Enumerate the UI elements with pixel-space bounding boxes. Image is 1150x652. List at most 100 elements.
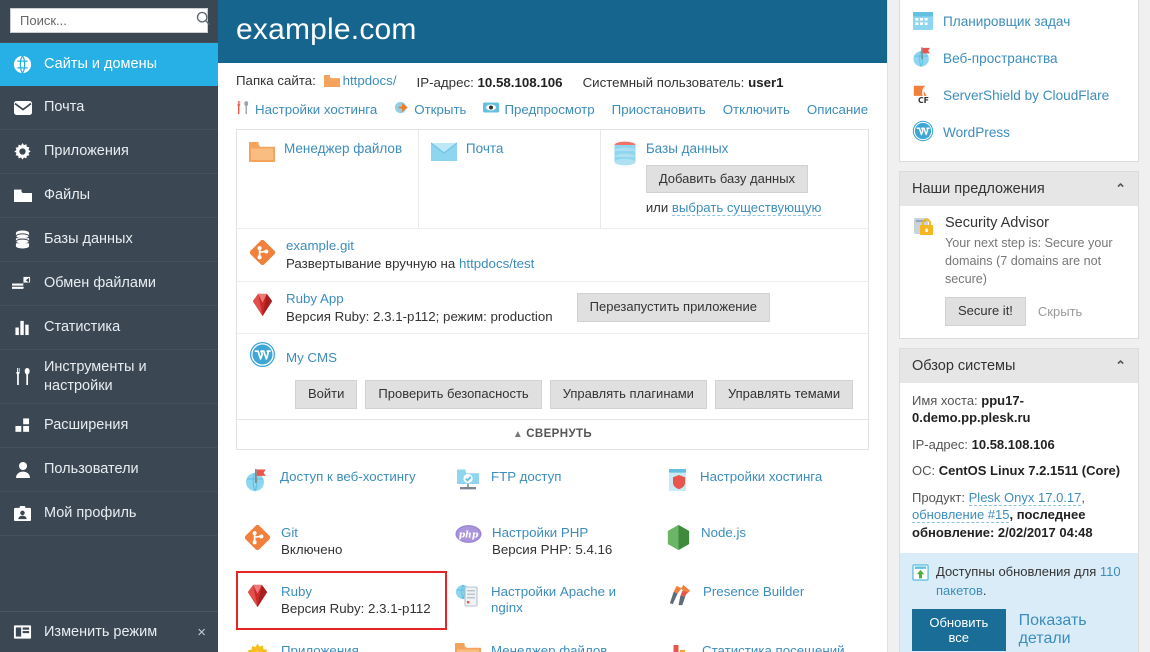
site-folder-label: Папка сайта: [236, 73, 316, 88]
git-app-name[interactable]: example.git [286, 237, 534, 254]
sidebar-item-applications[interactable]: Приложения [0, 130, 218, 174]
ruby-icon [244, 583, 271, 614]
sidebar-item-databases[interactable]: Базы данных [0, 218, 218, 262]
grid-item-presence-builder[interactable]: Presence Builder [658, 571, 869, 630]
grid-item-text: Приложения [281, 642, 359, 652]
file-manager-card[interactable]: Менеджер файлов [237, 130, 419, 229]
page-title: example.com [236, 13, 417, 46]
select-existing-database-link[interactable]: выбрать существующую [671, 200, 822, 217]
hide-link[interactable]: Скрыть [1038, 304, 1082, 319]
sidebar-item-statistics[interactable]: Статистика [0, 306, 218, 350]
suspend-link[interactable]: Приостановить [612, 102, 706, 117]
grid-item-title: Node.js [701, 524, 747, 540]
mail-title[interactable]: Почта [466, 141, 504, 158]
product-version-link[interactable]: Plesk Onyx 17.0.17 [968, 489, 1082, 506]
product-update-link[interactable]: обновление #15 [912, 507, 1010, 524]
php-icon: php [455, 524, 482, 549]
grid-item-applications[interactable]: Приложения [236, 630, 447, 652]
apache-nginx-icon [455, 583, 481, 613]
open-label: Открыть [414, 101, 467, 117]
wp-manage-plugins-button[interactable]: Управлять плагинами [549, 380, 707, 409]
grid-item-visitor-statistics[interactable]: Статистика посещений [658, 630, 869, 652]
sidebar-item-users[interactable]: Пользователи [0, 448, 218, 492]
folder-orange-icon [249, 141, 275, 215]
chevron-up-icon[interactable]: ⌃ [1115, 358, 1126, 374]
collapse-button[interactable]: ▲ СВЕРНУТЬ [237, 418, 868, 449]
grid-item-php-settings[interactable]: php Настройки PHP Версия PHP: 5.4.16 [447, 512, 658, 571]
show-details-link[interactable]: Показать детали [1019, 612, 1126, 648]
site-folder-link[interactable]: httpdocs/ [343, 73, 397, 88]
open-link[interactable]: Открыть [394, 100, 466, 118]
main-content: example.com Папка сайта: httpdocs/ IP-ад… [218, 0, 888, 652]
security-advisor-actions: Secure it! Скрыть [945, 297, 1126, 326]
rb-item-task-scheduler[interactable]: Планировщик задач [900, 4, 1138, 41]
search-input[interactable] [20, 13, 196, 28]
wp-login-button[interactable]: Войти [295, 380, 358, 409]
add-database-button[interactable]: Добавить базу данных [645, 164, 809, 194]
svg-text:php: php [459, 529, 479, 540]
grid-item-file-manager[interactable]: Менеджер файлов [447, 630, 658, 652]
rb-item-web-spaces[interactable]: Веб-пространства [900, 41, 1138, 78]
sidebar-filler [0, 536, 218, 580]
sidebar-item-sites-and-domains[interactable]: Сайты и домены [0, 42, 218, 86]
grid-item-text: Статистика посещений [702, 642, 845, 652]
databases-title[interactable]: Базы данных [646, 141, 729, 158]
sidebar-item-label: Расширения [44, 417, 129, 434]
grid-item-title: Приложения [281, 643, 359, 652]
preview-link[interactable]: Предпросмотр [483, 101, 595, 117]
close-icon[interactable]: × [197, 624, 206, 641]
os-value: CentOS Linux 7.2.1511 (Core) [938, 463, 1121, 479]
grid-item-nodejs[interactable]: Node.js [658, 512, 869, 571]
search-box[interactable] [10, 8, 211, 33]
secure-it-button[interactable]: Secure it! [945, 297, 1026, 326]
grid-item-ftp-access[interactable]: FTP доступ [447, 456, 658, 512]
tools-icon [12, 366, 33, 387]
sidebar-item-mail[interactable]: Почта [0, 86, 218, 130]
change-mode-button[interactable]: Изменить режим × [0, 611, 218, 652]
updates-prefix: Доступны обновления для [936, 564, 1100, 580]
sidebar-item-extensions[interactable]: Расширения [0, 404, 218, 448]
sidebar-nav: Сайты и домены Почта Приложения Файлы Ба [0, 42, 218, 611]
sidebar-item-my-profile[interactable]: Мой профиль [0, 492, 218, 536]
ruby-app-name[interactable]: Ruby App [286, 290, 553, 307]
sidebar-item-files[interactable]: Файлы [0, 174, 218, 218]
grid-item-hosting-settings[interactable]: Настройки хостинга [658, 456, 869, 512]
grid-item-ruby[interactable]: Ruby Версия Ruby: 2.3.1-p112 [236, 570, 447, 631]
grid-item-web-hosting-access[interactable]: Доступ к веб-хостингу [236, 456, 447, 512]
disable-link[interactable]: Отключить [723, 102, 790, 117]
tools-icon [236, 100, 250, 118]
our-offers-header[interactable]: Наши предложения ⌃ [900, 172, 1138, 206]
system-user-info: Системный пользователь: user1 [583, 75, 784, 90]
grid-item-git[interactable]: Git Включено [236, 512, 447, 571]
mail-card[interactable]: Почта [419, 130, 601, 229]
ftp-icon [455, 468, 481, 498]
git-deploy-path-link[interactable]: httpdocs/test [459, 256, 534, 271]
databases-card: Базы данных Добавить базу данных или выб… [601, 130, 868, 228]
file-manager-card-body: Менеджер файлов [284, 141, 402, 215]
system-overview-header[interactable]: Обзор системы ⌃ [900, 348, 1138, 383]
product-label: Продукт: [912, 489, 966, 505]
file-manager-title[interactable]: Менеджер файлов [284, 141, 402, 158]
update-all-button[interactable]: Обновить все [912, 608, 1006, 651]
domain-info-block: Папка сайта: httpdocs/ IP-адрес: 10.58.1… [218, 63, 887, 118]
sidebar-item-label: Файлы [44, 187, 91, 204]
sidebar-item-file-sharing[interactable]: Обмен файлами [0, 262, 218, 306]
restart-app-button[interactable]: Перезапустить приложение [576, 293, 770, 322]
wp-manage-themes-button[interactable]: Управлять темами [714, 380, 854, 409]
presence-builder-icon [666, 583, 693, 613]
sidebar-item-tools-and-settings[interactable]: Инструменты и настройки [0, 350, 218, 404]
grid-item-title: Настройки Apache и nginx [491, 583, 617, 616]
rb-item-servershield-cloudflare[interactable]: CF ServerShield by CloudFlare [900, 78, 1138, 115]
git-icon [244, 524, 271, 556]
wp-check-security-button[interactable]: Проверить безопасность [365, 380, 542, 409]
chevron-up-icon[interactable]: ⌃ [1115, 181, 1126, 197]
hosting-settings-link[interactable]: Настройки хостинга [236, 100, 377, 118]
security-advisor-block: Security Advisor Your next step is: Secu… [912, 215, 1126, 326]
grid-item-apache-nginx-settings[interactable]: Настройки Apache и nginx [447, 571, 658, 630]
sidebar-item-label: Статистика [44, 319, 121, 336]
rb-item-label: Веб-пространства [943, 51, 1058, 67]
wordpress-app-name[interactable]: My CMS [286, 349, 337, 366]
rb-item-wordpress[interactable]: WordPress [900, 115, 1138, 152]
description-link[interactable]: Описание [807, 102, 868, 117]
sidebar-item-label: Пользователи [44, 461, 139, 478]
